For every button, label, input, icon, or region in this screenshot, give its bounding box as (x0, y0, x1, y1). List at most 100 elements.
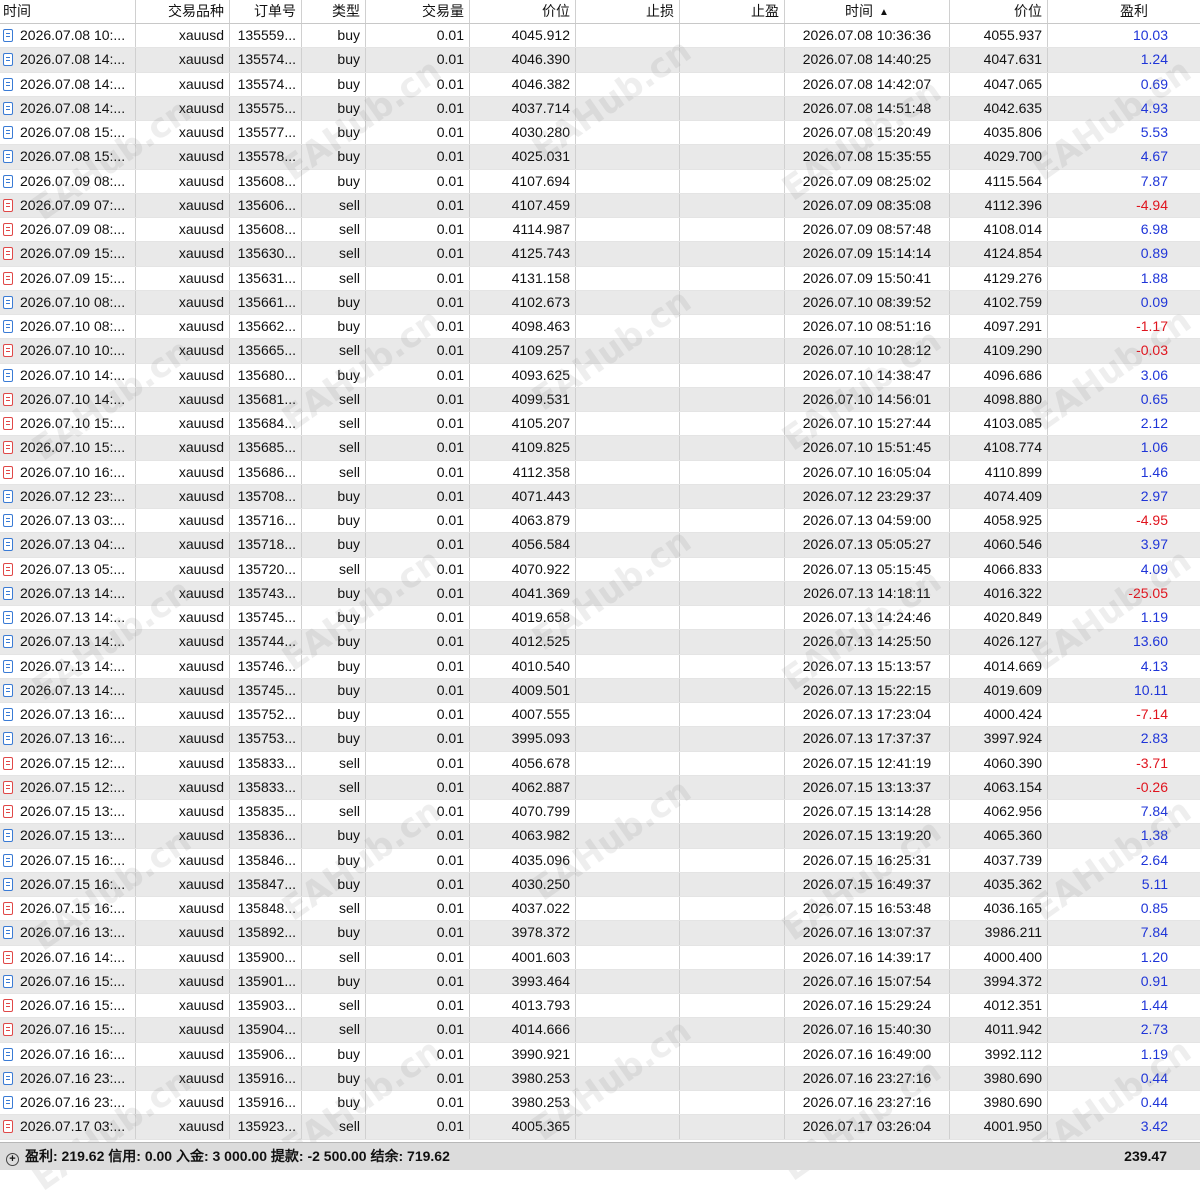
table-row[interactable]: 2026.07.13 14:... xauusd 135743... buy 0.01 4… (0, 581, 1200, 606)
symbol-value: xauusd (178, 1094, 224, 1110)
table-row[interactable]: 2026.07.17 03:... xauusd 135923... sell 0.01… (0, 1115, 1200, 1140)
cell-profit: 4.13 (1048, 655, 1200, 678)
cell-volume: 0.01 (366, 751, 470, 775)
col-header-symbol[interactable]: 交易品种 (136, 0, 230, 23)
cell-profit: 1.44 (1048, 994, 1200, 1017)
table-row[interactable]: 2026.07.13 14:... xauusd 135745... buy 0.01 4… (0, 606, 1200, 631)
cell-profit: 2.12 (1048, 412, 1200, 435)
cell-close-price: 4066.833 (950, 557, 1048, 581)
col-header-close-price[interactable]: 价位 (950, 0, 1048, 23)
type-value: buy (337, 124, 360, 140)
open-price-value: 4046.390 (511, 51, 570, 68)
table-row[interactable]: 2026.07.10 08:... xauusd 135662... buy 0.01 4… (0, 315, 1200, 340)
cell-volume: 0.01 (366, 800, 470, 824)
table-row[interactable]: 2026.07.15 13:... xauusd 135835... sell 0.01… (0, 800, 1200, 825)
close-price-value: 4036.165 (983, 900, 1042, 916)
volume-value: 0.01 (436, 681, 464, 698)
table-row[interactable]: 2026.07.08 15:... xauusd 135578... buy 0.01 4… (0, 145, 1200, 170)
table-row[interactable]: 2026.07.13 16:... xauusd 135752... buy 0.01 4… (0, 703, 1200, 728)
table-row[interactable]: 2026.07.13 14:... xauusd 135744... buy 0.01 4… (0, 630, 1200, 655)
table-row[interactable]: 2026.07.08 15:... xauusd 135577... buy 0.01 4… (0, 121, 1200, 146)
col-header-volume[interactable]: 交易量 (366, 0, 470, 23)
table-row[interactable]: 2026.07.15 12:... xauusd 135833... sell 0.01… (0, 751, 1200, 776)
table-row[interactable]: 2026.07.13 14:... xauusd 135746... buy 0.01 4… (0, 654, 1200, 679)
cell-close-time: 2026.07.13 17:37:37 (785, 727, 950, 751)
table-row[interactable]: 2026.07.16 23:... xauusd 135916... buy 0.01 3… (0, 1091, 1200, 1116)
table-row[interactable]: 2026.07.10 15:... xauusd 135684... sell 0.01… (0, 412, 1200, 437)
open-time-value: 2026.07.13 14:... (20, 633, 126, 650)
col-header-type[interactable]: 类型 (302, 0, 366, 23)
buy-order-icon (3, 877, 13, 891)
table-row[interactable]: 2026.07.08 14:... xauusd 135574... buy 0.01 4… (0, 72, 1200, 97)
col-header-sl[interactable]: 止损 (576, 0, 680, 23)
cell-close-price: 4058.925 (950, 509, 1048, 533)
table-row[interactable]: 2026.07.09 08:... xauusd 135608... sell 0.01… (0, 218, 1200, 243)
table-row[interactable]: 2026.07.09 15:... xauusd 135631... sell 0.01… (0, 266, 1200, 291)
table-row[interactable]: 2026.07.16 23:... xauusd 135916... buy 0.01 3… (0, 1066, 1200, 1091)
cell-ticket: 135743... (230, 581, 302, 605)
buy-order-icon (3, 368, 13, 382)
table-row[interactable]: 2026.07.13 14:... xauusd 135745... buy 0.01 4… (0, 678, 1200, 703)
cell-sl (576, 654, 680, 678)
table-row[interactable]: 2026.07.10 15:... xauusd 135685... sell 0.01… (0, 436, 1200, 461)
col-header-close-time[interactable]: 时间 ▲ (785, 0, 950, 23)
open-time-value: 2026.07.13 05:... (20, 560, 126, 577)
cell-profit: 1.20 (1048, 946, 1200, 969)
table-row[interactable]: 2026.07.15 16:... xauusd 135847... buy 0.01 4… (0, 872, 1200, 897)
profit-value: 1.19 (1140, 609, 1168, 625)
symbol-value: xauusd (178, 560, 224, 577)
cell-close-time: 2026.07.15 16:49:37 (785, 872, 950, 896)
col-header-profit[interactable]: 盈利 (1048, 0, 1200, 23)
col-header-open-price[interactable]: 价位 (470, 0, 576, 23)
table-row[interactable]: 2026.07.16 15:... xauusd 135904... sell 0.01… (0, 1018, 1200, 1043)
table-row[interactable]: 2026.07.09 15:... xauusd 135630... sell 0.01… (0, 242, 1200, 267)
table-row[interactable]: 2026.07.08 14:... xauusd 135574... buy 0.01 4… (0, 48, 1200, 73)
profit-value: 4.67 (1140, 148, 1168, 165)
table-row[interactable]: 2026.07.08 10:... xauusd 135559... buy 0.01 4… (0, 24, 1200, 49)
table-row[interactable]: 2026.07.13 16:... xauusd 135753... buy 0.01 3… (0, 727, 1200, 752)
table-row[interactable]: 2026.07.15 16:... xauusd 135848... sell 0.01… (0, 897, 1200, 922)
cell-profit: 13.60 (1048, 630, 1200, 653)
table-row[interactable]: 2026.07.15 16:... xauusd 135846... buy 0.01 4… (0, 848, 1200, 873)
table-row[interactable]: 2026.07.12 23:... xauusd 135708... buy 0.01 4… (0, 484, 1200, 509)
cell-open-price: 4001.603 (470, 945, 576, 969)
table-row[interactable]: 2026.07.09 08:... xauusd 135608... buy 0.01 4… (0, 169, 1200, 194)
table-row[interactable]: 2026.07.10 10:... xauusd 135665... sell 0.01… (0, 339, 1200, 364)
table-row[interactable]: 2026.07.13 03:... xauusd 135716... buy 0.01 4… (0, 509, 1200, 534)
table-row[interactable]: 2026.07.16 15:... xauusd 135901... buy 0.01 3… (0, 969, 1200, 994)
sell-order-icon (3, 950, 13, 964)
table-row[interactable]: 2026.07.13 04:... xauusd 135718... buy 0.01 4… (0, 533, 1200, 558)
table-row[interactable]: 2026.07.16 15:... xauusd 135903... sell 0.01… (0, 994, 1200, 1019)
table-row[interactable]: 2026.07.09 07:... xauusd 135606... sell 0.01… (0, 193, 1200, 218)
cell-close-price: 4074.409 (950, 484, 1048, 508)
col-header-open-time[interactable]: 时间 (0, 0, 136, 23)
table-row[interactable]: 2026.07.15 12:... xauusd 135833... sell 0.01… (0, 775, 1200, 800)
open-price-value: 4114.987 (512, 221, 570, 237)
cell-open-price: 3978.372 (470, 921, 576, 945)
table-row[interactable]: 2026.07.13 05:... xauusd 135720... sell 0.01… (0, 557, 1200, 582)
cell-tp (680, 581, 785, 605)
cell-open-price: 4107.459 (470, 193, 576, 217)
cell-sl (576, 727, 680, 751)
plus-circle-icon[interactable]: + (6, 1153, 19, 1166)
col-header-tp[interactable]: 止盈 (680, 0, 785, 23)
profit-value: 0.09 (1140, 293, 1168, 310)
col-header-ticket[interactable]: 订单号 (230, 0, 302, 23)
type-value: buy (337, 584, 360, 601)
symbol-value: xauusd (178, 415, 224, 431)
table-row[interactable]: 2026.07.10 16:... xauusd 135686... sell 0.01… (0, 460, 1200, 485)
open-time-value: 2026.07.08 14:... (20, 75, 126, 92)
cell-close-price: 4035.362 (950, 872, 1048, 896)
table-row[interactable]: 2026.07.10 08:... xauusd 135661... buy 0.01 4… (0, 290, 1200, 315)
cell-ticket: 135681... (230, 387, 302, 411)
table-row[interactable]: 2026.07.16 14:... xauusd 135900... sell 0.01… (0, 945, 1200, 970)
table-row[interactable]: 2026.07.15 13:... xauusd 135836... buy 0.01 4… (0, 824, 1200, 849)
cell-open-time: 2026.07.10 15:... (0, 436, 136, 460)
table-row[interactable]: 2026.07.10 14:... xauusd 135680... buy 0.01 4… (0, 363, 1200, 388)
table-row[interactable]: 2026.07.16 16:... xauusd 135906... buy 0.01 3… (0, 1042, 1200, 1067)
close-time-value: 2026.07.16 23:27:16 (802, 1069, 932, 1086)
table-row[interactable]: 2026.07.10 14:... xauusd 135681... sell 0.01… (0, 387, 1200, 412)
table-row[interactable]: 2026.07.16 13:... xauusd 135892... buy 0.01 3… (0, 921, 1200, 946)
table-row[interactable]: 2026.07.08 14:... xauusd 135575... buy 0.01 4… (0, 96, 1200, 121)
cell-volume: 0.01 (366, 775, 470, 799)
